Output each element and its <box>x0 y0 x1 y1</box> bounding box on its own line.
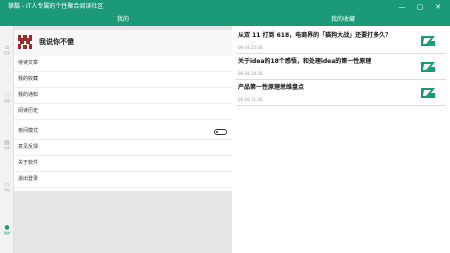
menu-item-label: 阅读历史 <box>18 108 39 114</box>
nav-item-home[interactable]: ⌂ 首页 <box>0 44 14 55</box>
minimize-button[interactable]: — <box>394 0 410 14</box>
username: 我说你不傻 <box>39 38 74 46</box>
nav-item-label: 首页 <box>3 51 10 55</box>
favorite-item[interactable]: 关于idea的18个感悟，和处理idea的第一性原理 06-18 14:30 <box>236 55 446 80</box>
source-logo-icon <box>421 36 435 46</box>
favorite-date: 06-18 15:00 <box>238 45 263 50</box>
user-icon: ● <box>4 224 10 231</box>
menu-item-label: 关于软件 <box>18 160 39 166</box>
favorite-date: 06-18 11:26 <box>238 97 263 102</box>
menu-item-history[interactable]: 阅读历史 <box>14 104 232 120</box>
nav-item-label: 分类 <box>3 146 10 150</box>
source-logo-icon <box>421 62 435 72</box>
nav-item-discover[interactable]: ◌ 发现 <box>0 92 14 103</box>
menu-item-label: 退出登录 <box>18 176 39 182</box>
home-icon: ⌂ <box>5 44 9 51</box>
favorite-title: 从双 11 打到 618，电商界的「猫狗大战」还要打多久？ <box>238 32 392 39</box>
menu-item-label: 意见反馈 <box>18 144 39 150</box>
menu-item-favorites[interactable]: 我的收藏 <box>14 72 232 88</box>
menu-item-about[interactable]: 关于软件 <box>14 156 232 172</box>
nav-item-label: 发现 <box>3 99 10 103</box>
menu-item-label: 我的通知 <box>18 92 39 98</box>
nav-item-column[interactable]: ▭ 专栏 <box>0 181 14 192</box>
menu-item-label: 夜间模式 <box>18 128 39 134</box>
menu-item-label: 我的收藏 <box>18 76 39 82</box>
profile-header[interactable]: 我说你不傻 <box>14 30 232 56</box>
menu-item-feedback[interactable]: 意见反馈 <box>14 140 232 156</box>
title-bar[interactable]: 掌酷 - IT人专属的个性聚合阅读社区 — ▢ ✕ <box>0 0 450 14</box>
favorites-panel: 从双 11 打到 618，电商界的「猫狗大战」还要打多久？ 06-18 15:0… <box>232 26 450 253</box>
night-mode-toggle[interactable] <box>214 129 227 135</box>
menu-item-logout[interactable]: 退出登录 <box>14 172 232 188</box>
nav-item-label: 我的 <box>3 231 10 235</box>
menu-item-label: 待读文章 <box>18 60 39 66</box>
discover-icon: ◌ <box>4 92 10 99</box>
toggle-knob <box>216 131 218 133</box>
menu-group-settings: 夜间模式 意见反馈 关于软件 退出登录 <box>14 124 232 191</box>
nav-item-category[interactable]: ▤ 分类 <box>0 139 14 150</box>
pixel-avatar-icon <box>18 35 32 49</box>
maximize-button[interactable]: ▢ <box>412 0 428 14</box>
favorite-item[interactable]: 产品第一性原理思维盘点 06-18 11:26 <box>236 81 446 106</box>
nav-item-label: 专栏 <box>3 188 10 192</box>
close-button[interactable]: ✕ <box>430 0 446 14</box>
menu-item-night-mode[interactable]: 夜间模式 <box>14 124 232 140</box>
favorite-date: 06-18 14:30 <box>238 71 263 76</box>
column-icon: ▭ <box>4 181 10 188</box>
source-logo-icon <box>421 88 435 98</box>
menu-item-notifications[interactable]: 我的通知 <box>14 88 232 104</box>
favorite-item[interactable]: 从双 11 打到 618，电商界的「猫狗大战」还要打多久？ 06-18 15:0… <box>236 29 446 54</box>
category-icon: ▤ <box>4 139 10 146</box>
profile-panel-title: 我的 <box>116 16 129 23</box>
favorites-panel-title: 我的收藏 <box>330 16 355 23</box>
favorite-title: 关于idea的18个感悟，和处理idea的第一性原理 <box>238 58 372 65</box>
profile-panel: 我说你不傻 待读文章 我的收藏 我的通知 阅读历史 夜间模式 意见反馈 关于软件… <box>14 26 232 253</box>
header-bar: 我的 我的收藏 <box>0 14 450 26</box>
app-window: 掌酷 - IT人专属的个性聚合阅读社区 — ▢ ✕ 我的 我的收藏 ⌂ 首页 ◌… <box>0 0 450 253</box>
nav-rail: ⌂ 首页 ◌ 发现 ▤ 分类 ▭ 专栏 ● 我的 <box>0 26 14 253</box>
nav-item-me[interactable]: ● 我的 <box>0 224 14 235</box>
favorite-title: 产品第一性原理思维盘点 <box>238 84 305 91</box>
menu-item-read-later[interactable]: 待读文章 <box>14 56 232 72</box>
window-title: 掌酷 - IT人专属的个性聚合阅读社区 <box>8 3 104 10</box>
